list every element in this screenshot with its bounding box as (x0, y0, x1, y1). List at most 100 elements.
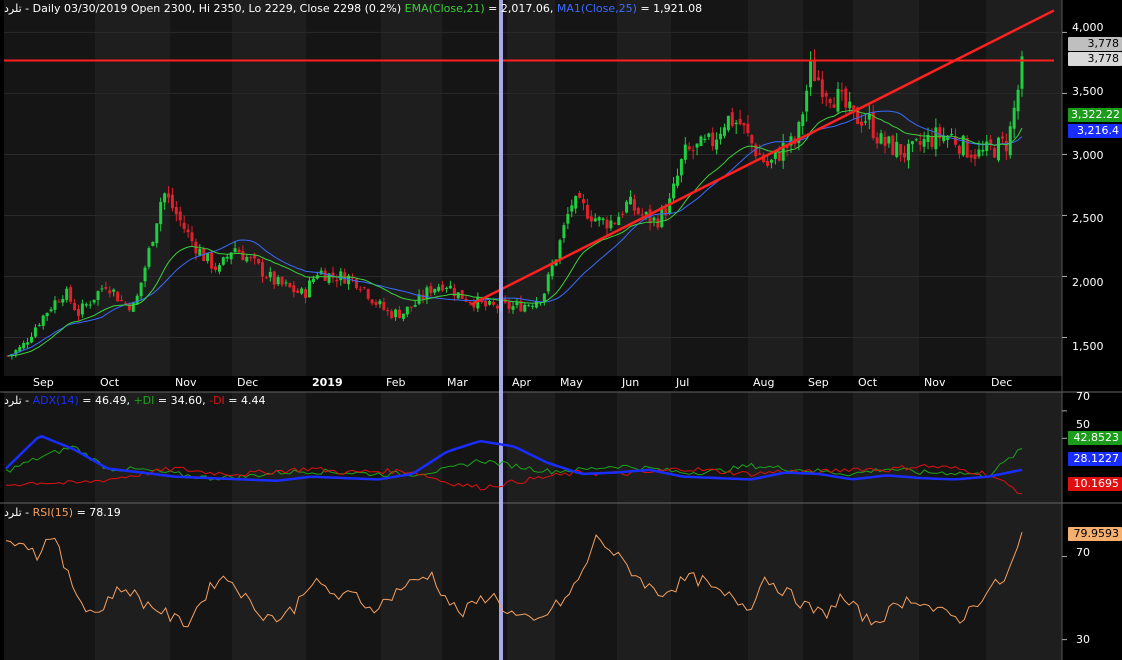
candle-body (844, 88, 848, 108)
x-label-apr: Apr (512, 376, 532, 389)
month-band (671, 503, 748, 660)
ema-label: EMA(Close,21) (404, 2, 485, 15)
candle-body (930, 135, 934, 147)
candle-body (456, 292, 460, 299)
candle-body (84, 304, 88, 306)
candle-body (116, 291, 120, 302)
candle-body (887, 136, 891, 144)
candle-body (582, 199, 586, 204)
y-tick-2000: 2,000 (1072, 276, 1104, 289)
candle-body (852, 105, 856, 110)
candle-body (108, 290, 112, 294)
candle-body (26, 342, 30, 345)
month-band (95, 0, 170, 376)
y-tick-3000: 3,000 (1072, 149, 1104, 162)
candle-body (679, 159, 683, 176)
candle-body (198, 248, 202, 256)
x-label-mar: Mar (447, 376, 468, 389)
mdi-badge: 10.1695 (1068, 477, 1122, 491)
candle-body (300, 288, 304, 294)
candle-body (906, 143, 910, 161)
adx-badge: 28.1227 (1068, 452, 1122, 466)
candle-body (903, 152, 907, 158)
month-band (748, 503, 803, 660)
candle-body (163, 193, 167, 203)
candle-body (253, 255, 257, 259)
last-price-badge: 3,778 (1068, 52, 1122, 66)
candle-body (362, 287, 366, 289)
x-label-aug: Aug (753, 376, 775, 389)
candle-body (409, 306, 413, 308)
candle-body (155, 223, 159, 244)
candle-body (448, 285, 452, 289)
candle-body (625, 201, 629, 213)
chart-canvas[interactable] (0, 0, 1122, 660)
month-band (4, 503, 95, 660)
candle-body (1016, 89, 1020, 112)
candle-body (875, 137, 879, 144)
candle-body (53, 300, 57, 310)
month-band (232, 0, 306, 376)
candle-body (421, 294, 425, 300)
candle-body (628, 196, 632, 205)
candle-body (190, 232, 194, 242)
month-band (442, 0, 507, 376)
pdi-value: = 34.60, (154, 394, 206, 407)
candle-body (339, 271, 343, 281)
candle-body (711, 132, 715, 147)
candle-body (859, 121, 863, 126)
candle-body (589, 216, 593, 222)
candle-body (159, 201, 163, 225)
candle-body (566, 213, 570, 224)
x-label-2019: 2019 (312, 376, 343, 389)
candle-body (738, 118, 742, 125)
candle-body (527, 305, 531, 307)
candle-body (644, 211, 648, 215)
candle-body (609, 220, 613, 229)
x-label-sep2: Sep (808, 376, 829, 389)
candle-body (182, 222, 186, 229)
month-band (803, 392, 853, 503)
candle-body (186, 229, 190, 233)
candle-body (378, 300, 382, 305)
candle-body (969, 154, 973, 158)
month-band (919, 503, 986, 660)
x-label-jul: Jul (676, 376, 690, 389)
rsi-label: RSI(15) (32, 506, 74, 519)
candle-body (621, 213, 625, 215)
candle-body (135, 295, 139, 305)
candle-body (307, 280, 311, 298)
candle-body (225, 256, 229, 259)
candle-body (1000, 136, 1004, 139)
candle-body (981, 149, 985, 152)
month-band (853, 392, 919, 503)
candle-body (217, 265, 221, 272)
candle-body (33, 327, 37, 337)
rsi-value: = 78.19 (73, 506, 121, 519)
candle-body (957, 145, 961, 154)
candle-body (96, 291, 100, 301)
candle-body (805, 90, 809, 112)
pdi-label: +DI (133, 394, 155, 407)
candle-body (112, 289, 116, 292)
x-label-jun: Jun (622, 376, 640, 389)
candle-body (151, 241, 155, 246)
candle-body (707, 133, 711, 137)
candle-body (593, 218, 597, 222)
candle-body (73, 302, 77, 311)
candle-body (824, 93, 828, 97)
candle-body (942, 136, 946, 142)
candle-body (993, 148, 997, 158)
month-band (617, 0, 671, 376)
candle-body (37, 325, 41, 327)
candle-body (734, 122, 738, 125)
candle-body (288, 283, 292, 288)
panel-backgrounds (0, 0, 1122, 660)
symbol-name: تلرد (4, 2, 22, 15)
candle-body (170, 194, 174, 209)
candle-body (675, 175, 679, 186)
candle-body (719, 133, 723, 140)
month-band (95, 392, 170, 503)
high-badge: 3,778 (1068, 37, 1122, 51)
x-label-oct: Oct (100, 376, 120, 389)
